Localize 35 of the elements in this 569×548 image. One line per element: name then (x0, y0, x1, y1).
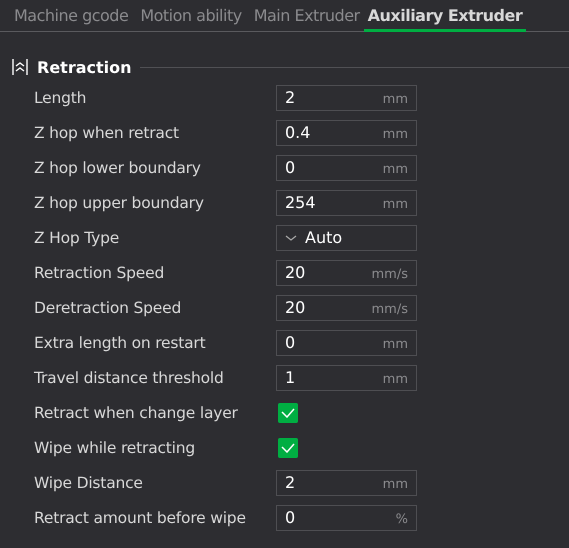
collapse-icon[interactable] (12, 58, 28, 76)
setting-label: Retraction Speed (34, 264, 166, 282)
setting-label: Retract amount before wipe (34, 508, 247, 526)
setting-label: Travel distance threshold (34, 368, 225, 386)
input-field[interactable]: 0 mm (276, 330, 417, 356)
input-field[interactable]: 20 mm/s (276, 260, 417, 286)
tab[interactable]: Machine gcode (6, 4, 132, 29)
setting-label: Extra length on restart (34, 334, 206, 352)
setting-label: Retract when change layer (34, 404, 239, 422)
check-icon (281, 408, 295, 418)
input-field[interactable]: 2 mm (276, 470, 417, 496)
input-field[interactable]: 0 mm (276, 154, 417, 180)
setting-label: Z hop upper boundary (34, 194, 205, 212)
section-title: Retraction (37, 58, 132, 76)
input-field[interactable]: 20 mm/s (276, 294, 417, 320)
input-field[interactable]: 254 mm (276, 190, 417, 216)
tab[interactable]: Motion ability (132, 4, 246, 29)
setting-label: Z Hop Type (34, 228, 120, 246)
setting-label: Z hop when retract (34, 124, 180, 142)
setting-label: Wipe while retracting (34, 438, 196, 456)
caret-icon (285, 234, 297, 242)
tab[interactable]: Auxiliary Extruder (364, 4, 526, 32)
checkbox[interactable] (278, 438, 298, 458)
dropdown[interactable]: Auto (276, 224, 417, 250)
tab[interactable]: Main Extruder (246, 4, 364, 29)
setting-label: Z hop lower boundary (34, 158, 202, 176)
input-field[interactable]: 1 mm (276, 364, 417, 390)
input-field[interactable]: 2 mm (276, 84, 417, 110)
checkbox[interactable] (278, 402, 298, 422)
input-field[interactable]: 0 % (276, 504, 417, 530)
input-field[interactable]: 0.4 mm (276, 120, 417, 146)
setting-label: Length (34, 88, 88, 106)
setting-label: Deretraction Speed (34, 298, 182, 316)
check-icon (281, 442, 295, 452)
setting-label: Wipe Distance (34, 474, 144, 492)
